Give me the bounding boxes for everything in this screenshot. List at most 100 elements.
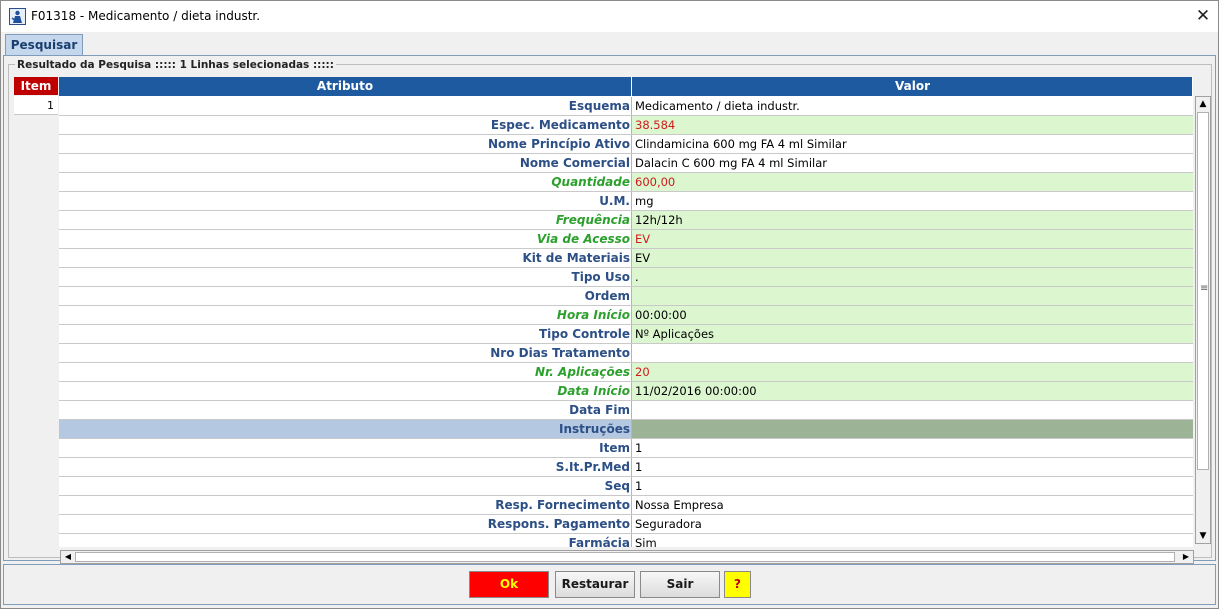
attribute-value[interactable]: mg [632,192,1193,210]
attribute-value[interactable]: 38.584 [632,116,1193,134]
table-row[interactable]: Nome Princípio Ativo Clindamicina 600 mg … [59,135,1193,154]
vertical-scrollbar[interactable]: ▲ ≡ ▼ [1195,96,1211,544]
table-row[interactable]: Seq 1 [59,477,1193,496]
horizontal-scrollbar[interactable]: ◀ ▶ [60,550,1194,564]
title-bar: F01318 - Medicamento / dieta industr. ✕ [1,1,1218,32]
table-row[interactable]: Farmácia Sim [59,534,1193,547]
horizontal-scroll-thumb[interactable] [75,552,1175,562]
attribute-value[interactable]: 20 [632,363,1193,381]
attribute-value[interactable]: Sim [632,534,1193,547]
app-icon [9,8,26,25]
attribute-value[interactable]: Dalacin C 600 mg FA 4 ml Similar [632,154,1193,172]
tab-pesquisar[interactable]: Pesquisar [5,34,83,56]
table-row[interactable]: U.M. mg [59,192,1193,211]
attribute-value[interactable]: Medicamento / dieta industr. [632,97,1193,115]
attribute-value[interactable]: 12h/12h [632,211,1193,229]
table-row[interactable]: Quantidade 600,00 [59,173,1193,192]
restaurar-button[interactable]: Restaurar [555,571,635,598]
attribute-label: Tipo Uso [59,268,632,286]
results-fieldset: Resultado da Pesquisa ::::: 1 Linhas sel… [8,59,1212,564]
attribute-value[interactable]: 11/02/2016 00:00:00 [632,382,1193,400]
attribute-value[interactable]: Nº Aplicações [632,325,1193,343]
window: F01318 - Medicamento / dieta industr. ✕ … [0,0,1219,609]
table-row[interactable]: Tipo Uso. [59,268,1193,287]
attribute-value[interactable] [632,344,1193,362]
table-row[interactable]: Nro Dias Tratamento [59,344,1193,363]
attribute-value[interactable]: Clindamicina 600 mg FA 4 ml Similar [632,135,1193,153]
scroll-thumb[interactable]: ≡ [1197,112,1209,470]
table-row[interactable]: Item 1 [59,439,1193,458]
table-row[interactable]: Data Fim [59,401,1193,420]
attribute-value[interactable]: 1 [632,439,1193,457]
ok-button[interactable]: Ok [469,571,549,598]
attribute-label: Nome Princípio Ativo [59,135,632,153]
attribute-label: Via de Acesso [59,230,632,248]
table-row[interactable]: Kit de Materiais EV [59,249,1193,268]
table-row[interactable]: Via de Acesso EV [59,230,1193,249]
results-legend: Resultado da Pesquisa ::::: 1 Linhas sel… [15,59,336,71]
attribute-label: S.It.Pr.Med [59,458,632,476]
attribute-label: Item [59,439,632,457]
results-panel: Resultado da Pesquisa ::::: 1 Linhas sel… [3,55,1216,564]
attribute-label: Resp. Fornecimento [59,496,632,514]
scroll-right-icon[interactable]: ▶ [1179,551,1193,563]
attribute-grid: Atributo Valor Esquema Medicamento / diet… [59,77,1193,547]
attribute-label: Nome Comercial [59,154,632,172]
attribute-label: Data Início [59,382,632,400]
attribute-value[interactable]: 600,00 [632,173,1193,191]
attribute-value[interactable]: 1 [632,477,1193,495]
item-column: 1 [14,96,58,546]
attribute-value[interactable]: Seguradora [632,515,1193,533]
attribute-value[interactable]: . [632,268,1193,286]
attribute-label: U.M. [59,192,632,210]
table-row[interactable]: Nr. Aplicações 20 [59,363,1193,382]
attribute-value[interactable]: 00:00:00 [632,306,1193,324]
sair-button[interactable]: Sair [640,571,720,598]
attribute-value[interactable]: EV [632,249,1193,267]
scroll-down-icon[interactable]: ▼ [1196,529,1210,543]
attribute-label: Ordem [59,287,632,305]
grip-icon: ≡ [1200,283,1209,294]
attribute-label: Espec. Medicamento [59,116,632,134]
attribute-label: Instruções [59,420,632,438]
button-bar: Ok Restaurar Sair ? [3,564,1216,605]
table-row[interactable]: Hora Início 00:00:00 [59,306,1193,325]
table-row[interactable]: Respons. Pagamento Seguradora [59,515,1193,534]
item-row-number[interactable]: 1 [14,96,58,115]
table-row[interactable]: Espec. Medicamento 38.584 [59,116,1193,135]
column-header-valor[interactable]: Valor [633,77,1193,96]
attribute-label: Kit de Materiais [59,249,632,267]
scroll-up-icon[interactable]: ▲ [1196,97,1210,111]
attribute-value[interactable] [632,401,1193,419]
attribute-value[interactable]: EV [632,230,1193,248]
column-header-atributo[interactable]: Atributo [59,77,632,96]
attribute-label: Hora Início [59,306,632,324]
table-row[interactable]: Instruções [59,420,1193,439]
attribute-label: Respons. Pagamento [59,515,632,533]
grid-header: Atributo Valor [59,77,1193,96]
table-row[interactable]: Tipo Controle Nº Aplicações [59,325,1193,344]
scroll-left-icon[interactable]: ◀ [61,551,75,563]
table-row[interactable]: Data Início 11/02/2016 00:00:00 [59,382,1193,401]
attribute-label: Nro Dias Tratamento [59,344,632,362]
attribute-label: Nr. Aplicações [59,363,632,381]
window-title: F01318 - Medicamento / dieta industr. [31,9,261,23]
help-button[interactable]: ? [724,571,751,598]
attribute-value[interactable] [632,420,1193,438]
grid-rows: Esquema Medicamento / dieta industr. Espec… [59,97,1193,547]
attribute-label: Farmácia [59,534,632,547]
table-row[interactable]: Resp. Fornecimento Nossa Empresa [59,496,1193,515]
attribute-value[interactable]: 1 [632,458,1193,476]
table-row[interactable]: S.It.Pr.Med 1 [59,458,1193,477]
attribute-label: Data Fim [59,401,632,419]
table-row[interactable]: Nome Comercial Dalacin C 600 mg FA 4 ml S… [59,154,1193,173]
attribute-label: Esquema [59,97,632,115]
table-row[interactable]: Frequência 12h/12h [59,211,1193,230]
table-row[interactable]: Esquema Medicamento / dieta industr. [59,97,1193,116]
attribute-value[interactable] [632,287,1193,305]
table-row[interactable]: Ordem [59,287,1193,306]
attribute-value[interactable]: Nossa Empresa [632,496,1193,514]
attribute-label: Tipo Controle [59,325,632,343]
item-column-header: Item [14,77,58,95]
close-icon[interactable]: ✕ [1188,1,1218,32]
